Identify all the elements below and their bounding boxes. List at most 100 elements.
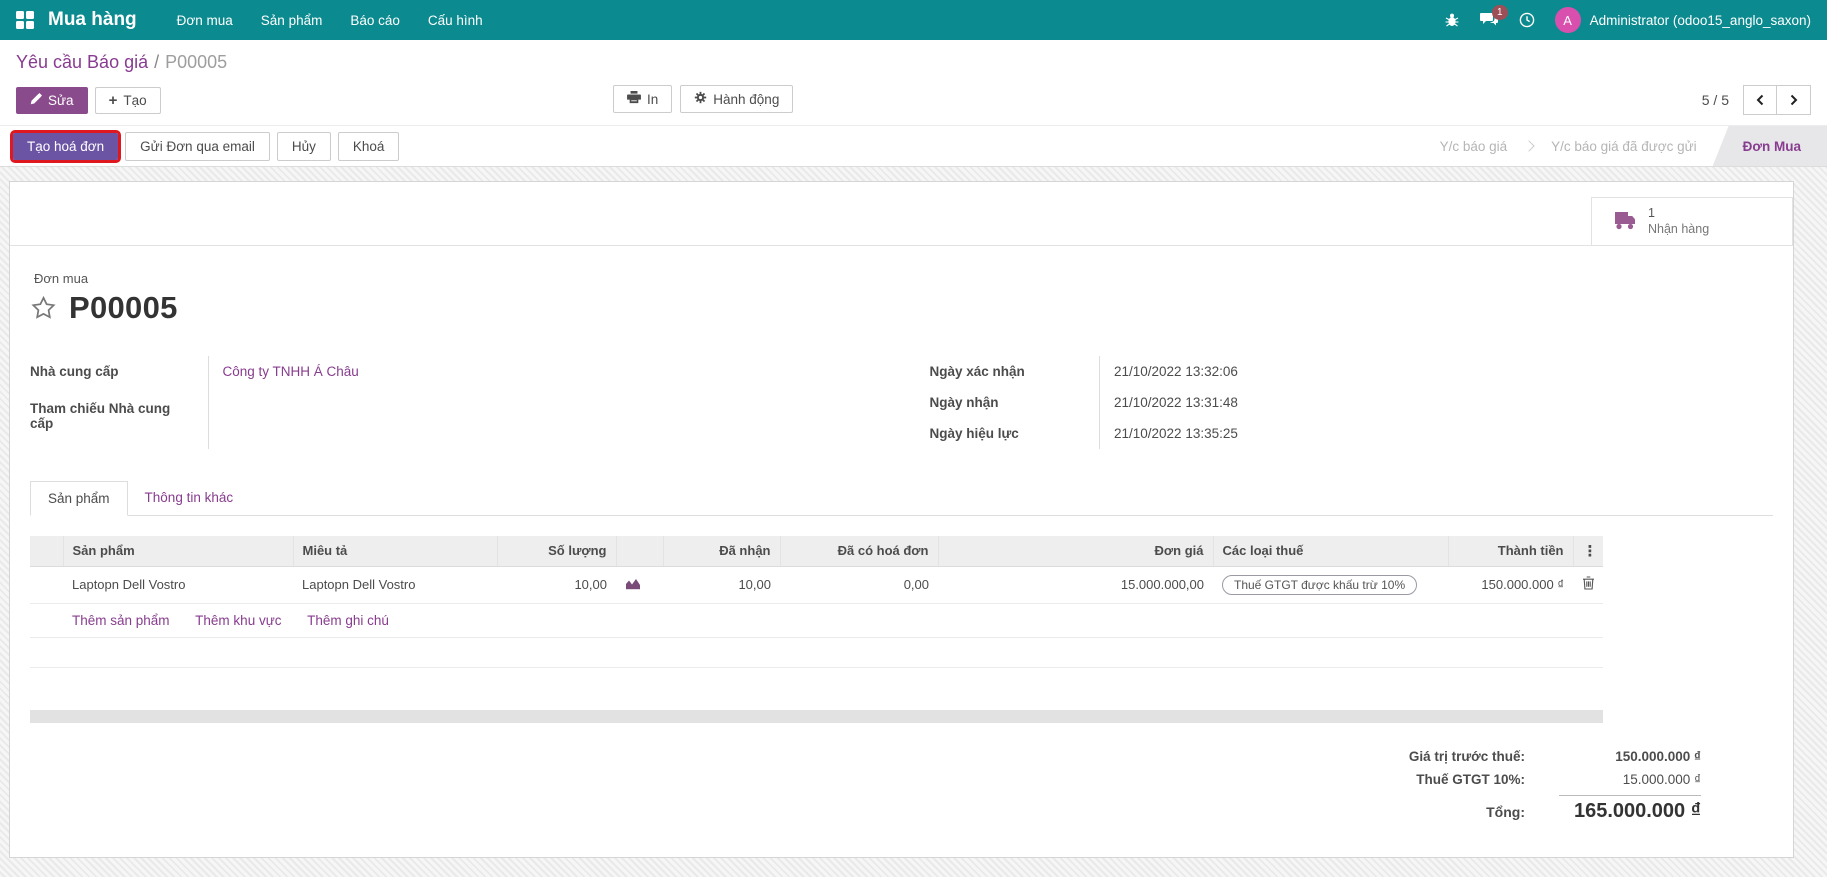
- notebook-tabs: Sản phẩm Thông tin khác: [30, 481, 1773, 516]
- tax-amount-value: 15.000.000 ₫: [1559, 772, 1701, 787]
- create-invoice-button-label: Tạo hoá đơn: [27, 139, 104, 154]
- col-product[interactable]: Sản phẩm: [63, 536, 293, 567]
- statusbar-steps: Y/c báo giá Y/c báo giá đã được gửi Đơn …: [1424, 126, 1827, 166]
- create-button[interactable]: + Tạo: [95, 87, 161, 114]
- pager-prev-button[interactable]: [1743, 85, 1777, 115]
- printer-icon: [627, 91, 641, 107]
- cell-product: Laptopn Dell Vostro: [63, 566, 293, 603]
- effective-date-value: 21/10/2022 13:35:25: [1100, 418, 1774, 449]
- total-value: 165.000.000 ₫: [1559, 795, 1701, 823]
- pencil-icon: [30, 93, 42, 108]
- statusbar: Tạo hoá đơn Gửi Đơn qua email Hủy Khoá Y…: [0, 125, 1827, 167]
- menu-item-products[interactable]: Sản phẩm: [247, 0, 337, 40]
- order-line-row[interactable]: Laptopn Dell Vostro Laptopn Dell Vostro …: [30, 566, 1603, 603]
- form-view-background: 1 Nhận hàng Đơn mua P00005 Nhà cung cấp …: [0, 167, 1827, 877]
- add-product-link[interactable]: Thêm sản phẩm: [72, 613, 170, 628]
- send-email-button-label: Gửi Đơn qua email: [140, 139, 255, 154]
- confirm-date-value: 21/10/2022 13:32:06: [1100, 356, 1774, 387]
- effective-date-label: Ngày hiệu lực: [930, 418, 1100, 449]
- breadcrumb-separator: /: [154, 52, 159, 72]
- messages-icon[interactable]: 1: [1480, 12, 1499, 28]
- step-purchase-order[interactable]: Đơn Mua: [1713, 126, 1827, 166]
- cell-description: Laptopn Dell Vostro: [293, 566, 497, 603]
- create-invoice-button[interactable]: Tạo hoá đơn: [13, 133, 118, 160]
- forecast-chart-icon[interactable]: [616, 566, 663, 603]
- stat-value: 1: [1648, 205, 1709, 221]
- stat-label: Nhận hàng: [1648, 221, 1709, 237]
- top-navbar: Mua hàng Đơn mua Sản phẩm Báo cáo Cấu hì…: [0, 0, 1827, 40]
- col-taxes[interactable]: Các loại thuế: [1213, 536, 1448, 567]
- untaxed-amount-label: Giá trị trước thuế:: [1409, 749, 1525, 764]
- breadcrumb-link[interactable]: Yêu cầu Báo giá: [16, 52, 148, 72]
- doc-type-label: Đơn mua: [34, 271, 1773, 286]
- table-horizontal-scrollbar[interactable]: [30, 710, 1603, 723]
- cancel-button[interactable]: Hủy: [277, 132, 331, 161]
- tab-products[interactable]: Sản phẩm: [30, 481, 128, 516]
- avatar[interactable]: A: [1555, 7, 1581, 33]
- tax-amount-label: Thuế GTGT 10%:: [1416, 772, 1525, 787]
- menu-item-orders[interactable]: Đơn mua: [163, 0, 247, 40]
- table-header-row: Sản phẩm Miêu tả Số lượng Đã nhận Đã có …: [30, 536, 1603, 567]
- col-billed[interactable]: Đã có hoá đơn: [780, 536, 938, 567]
- col-description[interactable]: Miêu tả: [293, 536, 497, 567]
- vendor-label: Nhà cung cấp: [30, 356, 208, 393]
- add-section-link[interactable]: Thêm khu vực: [195, 613, 281, 628]
- step-rfq-sent[interactable]: Y/c báo giá đã được gửi: [1535, 126, 1713, 166]
- vendor-ref-label: Tham chiếu Nhà cung cấp: [30, 393, 208, 449]
- col-received[interactable]: Đã nhận: [663, 536, 780, 567]
- step-chevron-icon: [1523, 140, 1534, 151]
- pager-count: 5 / 5: [1702, 92, 1729, 108]
- main-menu: Đơn mua Sản phẩm Báo cáo Cấu hình: [163, 0, 497, 40]
- cell-billed: 0,00: [780, 566, 938, 603]
- activity-clock-icon[interactable]: [1519, 12, 1535, 28]
- message-badge: 1: [1492, 5, 1508, 20]
- favorite-star-icon[interactable]: [30, 295, 57, 321]
- tax-pill: Thuế GTGT được khấu trừ 10%: [1222, 575, 1417, 595]
- form-sheet: 1 Nhận hàng Đơn mua P00005 Nhà cung cấp …: [9, 181, 1794, 858]
- delete-line-trash-icon[interactable]: [1573, 566, 1603, 603]
- debug-bug-icon[interactable]: [1444, 12, 1460, 28]
- receipt-date-value: 21/10/2022 13:31:48: [1100, 387, 1774, 418]
- menu-item-reporting[interactable]: Báo cáo: [336, 0, 414, 40]
- cell-taxes: Thuế GTGT được khấu trừ 10%: [1213, 566, 1448, 603]
- confirm-date-label: Ngày xác nhận: [930, 356, 1100, 387]
- print-button[interactable]: In: [613, 85, 672, 113]
- send-email-button[interactable]: Gửi Đơn qua email: [125, 132, 270, 161]
- control-panel: Yêu cầu Báo giá / P00005 Sửa + Tạo In Hành…: [0, 40, 1827, 125]
- edit-button[interactable]: Sửa: [16, 87, 88, 114]
- step-rfq[interactable]: Y/c báo giá: [1424, 126, 1524, 166]
- tab-other-info[interactable]: Thông tin khác: [128, 481, 251, 515]
- page-title: P00005: [69, 290, 178, 326]
- vendor-value-link[interactable]: Công ty TNHH Á Châu: [223, 364, 359, 379]
- col-unit-price[interactable]: Đơn giá: [938, 536, 1213, 567]
- breadcrumb-current: P00005: [165, 52, 227, 72]
- user-menu[interactable]: A Administrator (odoo15_anglo_saxon): [1555, 7, 1811, 33]
- cell-received: 10,00: [663, 566, 780, 603]
- truck-icon: [1606, 209, 1636, 234]
- cancel-button-label: Hủy: [292, 139, 316, 154]
- user-name: Administrator (odoo15_anglo_saxon): [1590, 13, 1811, 28]
- action-button-label: Hành động: [713, 92, 779, 107]
- apps-menu-icon[interactable]: [16, 11, 34, 29]
- optional-columns-icon[interactable]: ⋮: [1573, 536, 1603, 567]
- field-group-left: Nhà cung cấp Công ty TNHH Á Châu Tham ch…: [30, 356, 874, 449]
- order-lines-table: Sản phẩm Miêu tả Số lượng Đã nhận Đã có …: [30, 536, 1603, 668]
- pager-next-button[interactable]: [1777, 85, 1811, 115]
- totals-block: Giá trị trước thuế: 150.000.000 ₫ Thuế G…: [1409, 745, 1701, 827]
- col-forecast: [616, 536, 663, 567]
- gear-icon: [694, 91, 707, 107]
- action-button[interactable]: Hành động: [680, 85, 793, 113]
- edit-button-label: Sửa: [48, 93, 74, 108]
- col-qty[interactable]: Số lượng: [497, 536, 616, 567]
- lock-button[interactable]: Khoá: [338, 132, 400, 161]
- receipt-stat-button[interactable]: 1 Nhận hàng: [1591, 197, 1793, 245]
- untaxed-amount-value: 150.000.000 ₫: [1559, 749, 1701, 764]
- create-button-label: Tạo: [123, 93, 146, 108]
- menu-item-config[interactable]: Cấu hình: [414, 0, 497, 40]
- receipt-date-label: Ngày nhận: [930, 387, 1100, 418]
- col-subtotal[interactable]: Thành tiền: [1448, 536, 1573, 567]
- app-name[interactable]: Mua hàng: [48, 9, 137, 31]
- add-note-link[interactable]: Thêm ghi chú: [307, 613, 389, 628]
- table-add-links-row: Thêm sản phẩm Thêm khu vực Thêm ghi chú: [30, 603, 1603, 637]
- empty-table-row: [30, 637, 1603, 667]
